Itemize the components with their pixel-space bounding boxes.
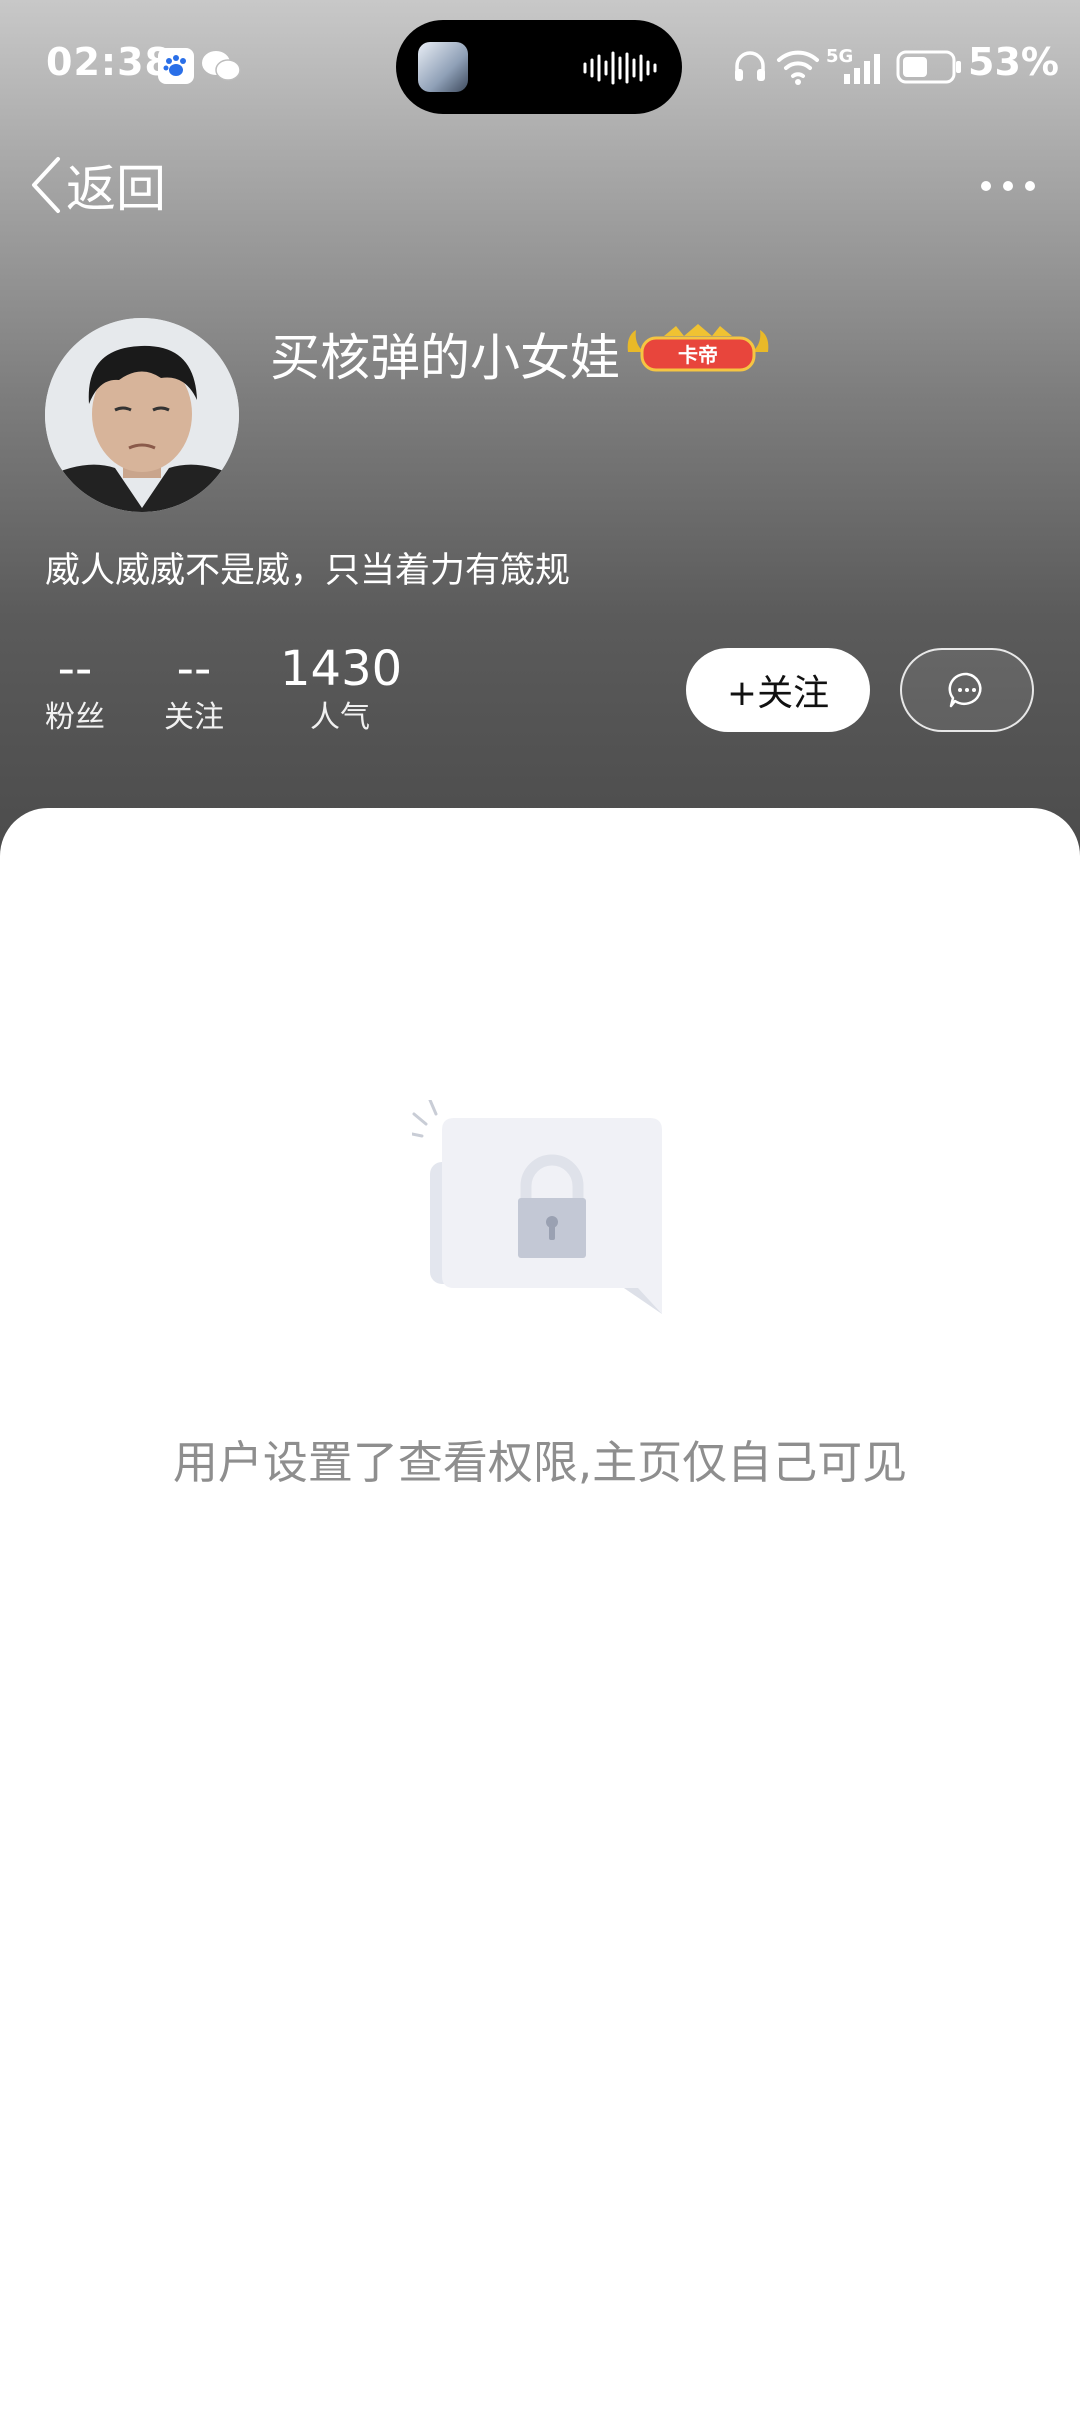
stat-fans[interactable]: -- 粉丝 [45,640,105,738]
status-bar: 02:38 5G 53% [0,0,1080,135]
stat-label: 人气 [310,700,370,735]
back-button[interactable]: 返回 [28,150,166,220]
dynamic-island[interactable] [396,20,682,114]
stat-value: -- [57,641,93,697]
audio-wave-icon [583,51,657,85]
badge-label: 卡帝 [678,343,718,367]
wifi-icon [777,50,819,85]
lock-icon [412,1100,662,1314]
stat-following[interactable]: -- 关注 [164,640,224,738]
bio: 威人威威不是威，只当着力有箴规 [45,551,571,591]
battery-icon [896,50,961,84]
message-icon [948,672,982,708]
content-card [0,808,1080,2412]
signal-icon [844,54,880,84]
status-time: 02:38 [46,40,172,84]
headphones-icon [735,51,765,81]
now-playing-app-icon[interactable] [418,42,468,92]
battery-percent: 53% [968,40,1059,84]
stat-label: 关注 [164,700,224,735]
avatar[interactable] [45,318,239,512]
back-label: 返回 [66,160,166,218]
stat-value: -- [176,641,212,697]
message-button[interactable] [900,648,1034,732]
privacy-message: 用户设置了查看权限,主页仅自己可见 [172,1436,908,1489]
avatar-image [45,318,239,512]
more-icon[interactable] [978,168,1038,204]
username: 买核弹的小女娃 [270,329,620,387]
wechat-icon [202,51,241,81]
crown-badge-icon[interactable]: 卡帝 [624,322,772,378]
stat-label: 粉丝 [45,700,105,735]
stat-popularity[interactable]: 1430 人气 [280,640,403,738]
baidu-icon [158,48,194,84]
stat-value: 1430 [280,641,403,697]
follow-button[interactable]: +关注 [686,648,870,732]
back-chevron-icon [32,157,60,213]
